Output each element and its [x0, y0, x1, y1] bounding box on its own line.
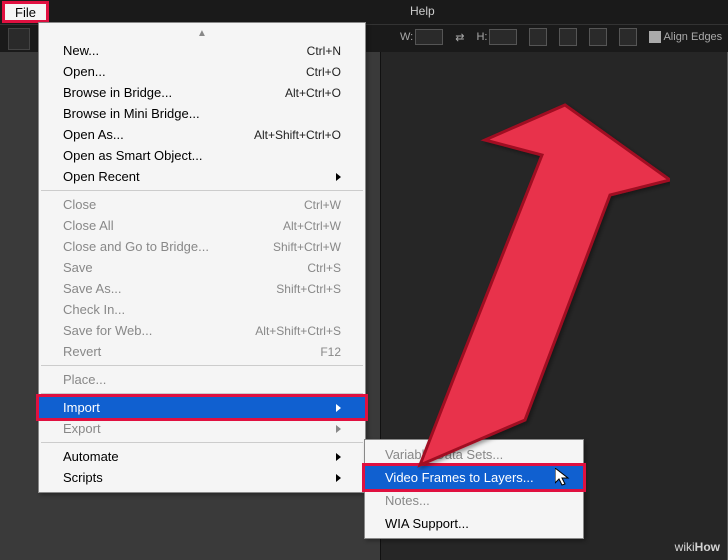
menu-item-open-as[interactable]: Open As...Alt+Shift+Ctrl+O: [39, 124, 365, 145]
scroll-up-arrow-icon[interactable]: ▲: [39, 27, 365, 40]
menu-item-close: CloseCtrl+W: [39, 194, 365, 215]
menu-item-close-bridge: Close and Go to Bridge...Shift+Ctrl+W: [39, 236, 365, 257]
window-titlebar: File: [0, 0, 728, 24]
menu-item-import[interactable]: Import: [36, 394, 368, 421]
menu-item-place: Place...: [39, 369, 365, 390]
menubar-help[interactable]: Help: [410, 4, 435, 18]
submenu-arrow-icon: [336, 404, 341, 412]
align-icon-1[interactable]: [529, 28, 547, 46]
link-wh-icon[interactable]: ⇄: [455, 31, 464, 44]
height-control[interactable]: H:: [476, 29, 517, 45]
menu-separator: [41, 442, 363, 443]
menu-separator: [41, 365, 363, 366]
submenu-item-notes: Notes...: [365, 489, 583, 512]
menu-item-automate[interactable]: Automate: [39, 446, 365, 467]
menu-item-check-in: Check In...: [39, 299, 365, 320]
menu-item-browse-bridge[interactable]: Browse in Bridge...Alt+Ctrl+O: [39, 82, 365, 103]
menu-item-new[interactable]: New...Ctrl+N: [39, 40, 365, 61]
width-input[interactable]: [415, 29, 443, 45]
file-menu-label: File: [15, 5, 36, 20]
gear-icon[interactable]: [619, 28, 637, 46]
menu-item-open[interactable]: Open...Ctrl+O: [39, 61, 365, 82]
file-menu-button[interactable]: File: [2, 1, 49, 23]
submenu-arrow-icon: [336, 425, 341, 433]
file-menu-dropdown: ▲ New...Ctrl+N Open...Ctrl+O Browse in B…: [38, 22, 366, 493]
menu-item-open-smart-object[interactable]: Open as Smart Object...: [39, 145, 365, 166]
instruction-arrow-icon: [410, 100, 670, 470]
submenu-arrow-icon: [336, 474, 341, 482]
submenu-arrow-icon: [336, 453, 341, 461]
menu-item-revert: RevertF12: [39, 341, 365, 362]
menu-item-scripts[interactable]: Scripts: [39, 467, 365, 488]
menu-item-save: SaveCtrl+S: [39, 257, 365, 278]
menu-item-browse-mini-bridge[interactable]: Browse in Mini Bridge...: [39, 103, 365, 124]
submenu-arrow-icon: [336, 173, 341, 181]
menu-item-close-all: Close AllAlt+Ctrl+W: [39, 215, 365, 236]
checkbox-icon: [649, 31, 661, 43]
menu-separator: [41, 190, 363, 191]
width-control[interactable]: W:: [400, 29, 443, 45]
height-input[interactable]: [489, 29, 517, 45]
tool-preset-icon[interactable]: [8, 28, 30, 50]
align-icon-3[interactable]: [589, 28, 607, 46]
align-icon-2[interactable]: [559, 28, 577, 46]
options-bar-right: W: ⇄ H: Align Edges: [400, 28, 722, 46]
menu-item-save-web: Save for Web...Alt+Shift+Ctrl+S: [39, 320, 365, 341]
menu-item-open-recent[interactable]: Open Recent: [39, 166, 365, 187]
menu-item-save-as: Save As...Shift+Ctrl+S: [39, 278, 365, 299]
align-edges-checkbox[interactable]: Align Edges: [649, 31, 722, 43]
menu-item-export: Export: [39, 418, 365, 439]
cursor-icon: [555, 468, 573, 486]
watermark: wikiHow: [675, 540, 720, 554]
submenu-item-wia[interactable]: WIA Support...: [365, 512, 583, 535]
